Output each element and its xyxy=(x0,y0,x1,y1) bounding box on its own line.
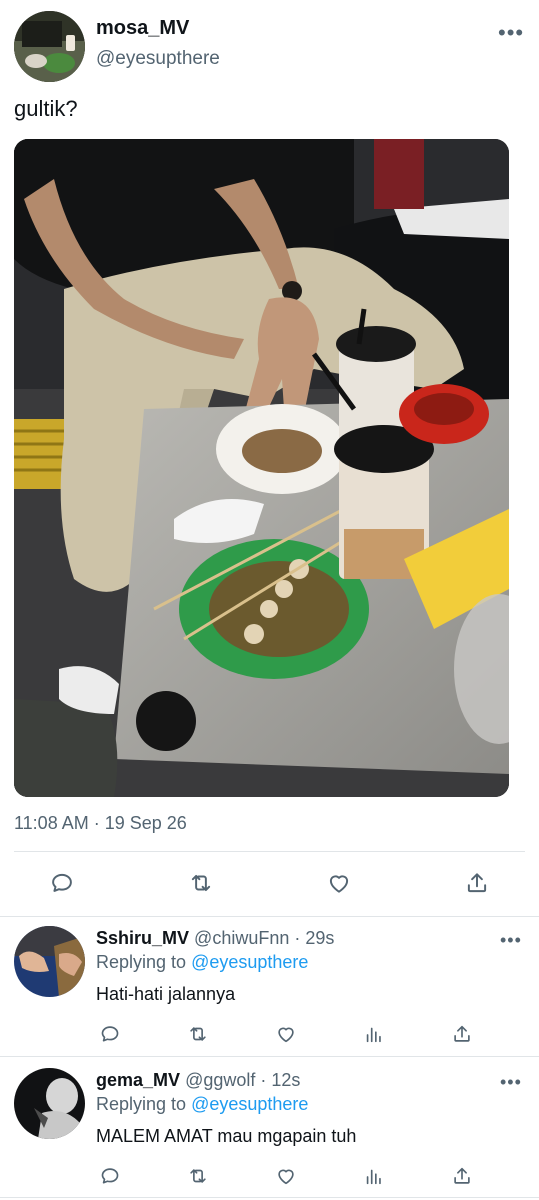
retweet-icon[interactable] xyxy=(184,1162,212,1190)
reply-handle-time[interactable]: @chiwuFnn · 29s xyxy=(194,928,334,948)
more-horizontal-icon[interactable]: ••• xyxy=(500,1073,522,1091)
mention-link[interactable]: @eyesupthere xyxy=(191,1094,308,1114)
more-horizontal-icon[interactable]: ••• xyxy=(498,22,524,44)
replying-to: Replying to @eyesupthere xyxy=(96,1094,308,1115)
share-icon[interactable] xyxy=(448,1020,476,1048)
divider xyxy=(14,851,525,852)
replying-to-label: Replying to xyxy=(96,952,187,972)
reply-header: Sshiru_MV @chiwuFnn · 29s xyxy=(96,928,334,949)
more-horizontal-icon[interactable]: ••• xyxy=(500,931,522,949)
reply-text: Hati-hati jalannya xyxy=(96,984,236,1004)
divider xyxy=(0,916,539,917)
share-icon[interactable] xyxy=(463,869,491,897)
reply-avatar[interactable] xyxy=(14,926,85,997)
reply-icon[interactable] xyxy=(48,869,76,897)
tweet-timestamp[interactable]: 11:08 AM · 19 Sep 26 xyxy=(14,813,187,834)
divider xyxy=(0,1197,539,1198)
reply-handle-time[interactable]: @ggwolf · 12s xyxy=(185,1070,300,1090)
reply-display-name[interactable]: gema_MV xyxy=(96,1070,180,1090)
analytics-icon[interactable] xyxy=(360,1162,388,1190)
analytics-icon[interactable] xyxy=(360,1020,388,1048)
reply-text: MALEM AMAT mau mgapain tuh xyxy=(96,1126,357,1146)
reply-display-name[interactable]: Sshiru_MV xyxy=(96,928,189,948)
retweet-icon[interactable] xyxy=(184,1020,212,1048)
like-icon[interactable] xyxy=(325,869,353,897)
replying-to-label: Replying to xyxy=(96,1094,187,1114)
reply-icon[interactable] xyxy=(96,1020,124,1048)
tweet-text: gultik? xyxy=(14,96,78,121)
reply-icon[interactable] xyxy=(96,1162,124,1190)
like-icon[interactable] xyxy=(272,1020,300,1048)
divider xyxy=(0,1056,539,1057)
author-display-name[interactable]: mosa_MV xyxy=(96,17,189,40)
replying-to: Replying to @eyesupthere xyxy=(96,952,308,973)
reply-header: gema_MV @ggwolf · 12s xyxy=(96,1070,300,1091)
author-handle[interactable]: @eyesupthere xyxy=(96,48,220,70)
reply-avatar[interactable] xyxy=(14,1068,85,1139)
mention-link[interactable]: @eyesupthere xyxy=(191,952,308,972)
share-icon[interactable] xyxy=(448,1162,476,1190)
tweet-photo[interactable] xyxy=(14,139,509,797)
like-icon[interactable] xyxy=(272,1162,300,1190)
retweet-icon[interactable] xyxy=(187,869,215,897)
author-avatar[interactable] xyxy=(14,11,85,82)
